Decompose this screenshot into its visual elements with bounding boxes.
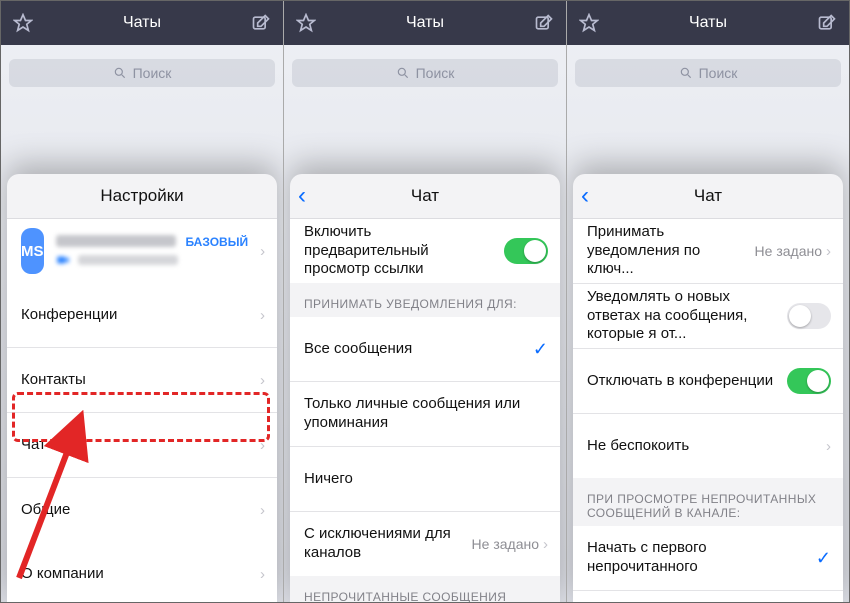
sheet-title: Настройки [7, 174, 277, 219]
phone-chat-settings-2: Чаты Поиск ‹ Чат Принимать уведомления п… [567, 1, 849, 602]
sheet-title: Чат [694, 186, 722, 206]
plan-badge: БАЗОВЫЙ [186, 235, 249, 249]
camera-icon [56, 253, 70, 267]
search-input[interactable]: Поиск [575, 59, 841, 87]
chevron-right-icon: › [260, 372, 265, 389]
toggle-reply-notif[interactable] [787, 303, 831, 329]
chevron-right-icon: › [826, 438, 831, 455]
row-keyword-notif[interactable]: Принимать уведомления по ключ... Не зада… [573, 219, 843, 283]
search-icon [396, 66, 410, 80]
chevron-right-icon: › [260, 566, 265, 583]
navbar: Чаты [1, 1, 283, 45]
compose-icon[interactable] [815, 11, 839, 35]
search-placeholder: Поиск [699, 65, 738, 81]
profile-row[interactable]: MS БАЗОВЫЙ › [7, 219, 277, 283]
section-unread: НЕПРОЧИТАННЫЕ СООБЩЕНИЯ [290, 576, 560, 602]
back-button[interactable]: ‹ [298, 184, 306, 208]
navbar: Чаты [567, 1, 849, 45]
search-placeholder: Поиск [416, 65, 455, 81]
search-input[interactable]: Поиск [9, 59, 275, 87]
compose-icon[interactable] [532, 11, 556, 35]
toggle-link-preview[interactable] [504, 238, 548, 264]
sheet-title: Чат [411, 186, 439, 206]
compose-icon[interactable] [249, 11, 273, 35]
check-icon: ✓ [533, 339, 548, 360]
avatar: MS [21, 228, 44, 274]
search-icon [679, 66, 693, 80]
section-notify: ПРИНИМАТЬ УВЕДОМЛЕНИЯ ДЛЯ: [290, 283, 560, 317]
row-all-messages[interactable]: Все сообщения ✓ [290, 317, 560, 381]
menu-general[interactable]: Общие › [7, 477, 277, 542]
section-viewing: ПРИ ПРОСМОТРЕ НЕПРОЧИТАННЫХ СООБЩЕНИЙ В … [573, 478, 843, 526]
phone-chat-settings-1: Чаты Поиск ‹ Чат Включить предварительны… [284, 1, 567, 602]
navbar-title: Чаты [35, 14, 249, 32]
row-start-last[interactable]: Начать с последнего [573, 590, 843, 602]
star-icon[interactable] [11, 11, 35, 35]
chevron-right-icon: › [260, 243, 265, 260]
row-nothing[interactable]: Ничего [290, 446, 560, 511]
menu-about[interactable]: О компании › [7, 542, 277, 602]
blurred-name [56, 235, 178, 267]
star-icon[interactable] [294, 11, 318, 35]
navbar: Чаты [284, 1, 566, 45]
row-reply-notif[interactable]: Уведомлять о новых ответах на сообщения,… [573, 283, 843, 348]
menu-conferences[interactable]: Конференции › [7, 283, 277, 347]
row-dm-only[interactable]: Только личные сообщения или упоминания [290, 381, 560, 446]
row-dnd[interactable]: Не беспокоить › [573, 413, 843, 478]
toggle-mute-in-meeting[interactable] [787, 368, 831, 394]
settings-sheet: Настройки MS [7, 174, 277, 602]
chevron-right-icon: › [543, 536, 548, 553]
row-mute-in-meeting[interactable]: Отключать в конференции [573, 348, 843, 413]
back-button[interactable]: ‹ [581, 184, 589, 208]
chat-sheet: ‹ Чат Включить предварительный просмотр … [290, 174, 560, 602]
check-icon: ✓ [816, 548, 831, 569]
row-start-first-unread[interactable]: Начать с первого непрочитанного ✓ [573, 526, 843, 590]
star-icon[interactable] [577, 11, 601, 35]
chevron-right-icon: › [260, 502, 265, 519]
row-link-preview[interactable]: Включить предварительный просмотр ссылки [290, 219, 560, 283]
search-placeholder: Поиск [133, 65, 172, 81]
chevron-right-icon: › [826, 243, 831, 260]
chat-sheet: ‹ Чат Принимать уведомления по ключ... Н… [573, 174, 843, 602]
search-icon [113, 66, 127, 80]
chevron-right-icon: › [260, 307, 265, 324]
annotation-highlight [12, 392, 270, 442]
search-input[interactable]: Поиск [292, 59, 558, 87]
phone-settings: Чаты Поиск Настройки MS [1, 1, 284, 602]
navbar-title: Чаты [601, 14, 815, 32]
navbar-title: Чаты [318, 14, 532, 32]
row-channel-exceptions[interactable]: С исключениями для каналов Не задано › [290, 511, 560, 576]
